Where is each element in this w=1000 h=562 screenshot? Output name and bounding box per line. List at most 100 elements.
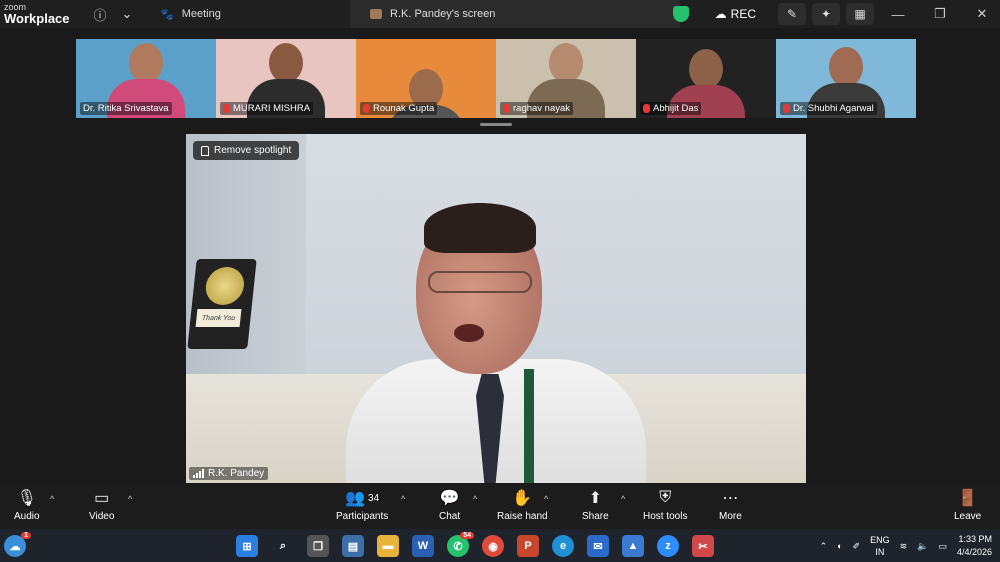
host-tools-button[interactable]: ⛨ Host tools [643, 488, 687, 522]
audio-button[interactable]: 🎙 Audio [14, 488, 40, 522]
tab-meeting-label: Meeting [181, 8, 221, 20]
top-right-tools: ☁ REC ✎ ✦ ▦ — ❐ ✕ [672, 0, 1000, 28]
leave-button[interactable]: 🚪 Leave [954, 488, 981, 522]
pen-tray-icon[interactable]: ✐ [853, 541, 861, 552]
apps-icon[interactable]: ▦ [846, 3, 874, 25]
chrome-icon[interactable]: ◉ [482, 535, 504, 557]
participant-name: MURARI MISHRA [233, 103, 311, 114]
snipping-tool-icon[interactable]: ✂ [692, 535, 714, 557]
annotate-icon[interactable]: ✎ [778, 3, 806, 25]
audio-label: Audio [14, 511, 40, 522]
reactions-options-caret[interactable]: ^ [544, 494, 548, 504]
participant-tile[interactable]: raghav nayak [496, 39, 636, 118]
language-indicator[interactable]: ENG IN [870, 534, 890, 558]
weather-widget-icon[interactable]: ☁ 1 [4, 532, 31, 557]
security-shield-icon[interactable] [672, 6, 689, 22]
restore-icon[interactable]: ❐ [922, 6, 958, 22]
more-button[interactable]: ⋯ More [719, 488, 742, 522]
video-button[interactable]: ▭ Video [89, 488, 114, 522]
participants-button[interactable]: 👥 34 Participants [336, 488, 388, 522]
trophy-plaque: Thank You [187, 259, 257, 349]
pin-icon [201, 145, 209, 156]
participant-strip: Dr. Ritika Srivastava MURARI MISHRA Roun… [76, 39, 916, 118]
mic-muted-icon [783, 104, 790, 113]
participant-tile[interactable]: Dr. Ritika Srivastava [76, 39, 216, 118]
participants-options-caret[interactable]: ^ [401, 494, 405, 504]
host-tools-label: Host tools [643, 511, 688, 522]
share-button[interactable]: ⬆ Share [582, 488, 609, 522]
screen-share-icon [370, 9, 382, 19]
clock[interactable]: 1:33 PM 4/4/2026 [957, 533, 992, 559]
rec-label: REC [730, 7, 756, 21]
mic-muted-icon [503, 104, 510, 113]
file-explorer-icon[interactable]: ▬ [377, 535, 399, 557]
clock-time: 1:33 PM [958, 534, 992, 544]
share-screen-icon: ⬆ [588, 490, 603, 507]
leave-label: Leave [954, 511, 982, 522]
zoom-app-icon[interactable]: z [657, 535, 679, 557]
participants-icon: 👥 34 [345, 490, 380, 507]
volume-icon[interactable]: 🔈 [917, 541, 928, 552]
search-icon[interactable]: ⌕ [272, 535, 294, 557]
chat-label: Chat [439, 511, 461, 522]
minimize-icon[interactable]: — [880, 7, 916, 22]
participant-tile[interactable]: Abhijit Das [636, 39, 776, 118]
participant-name: raghav nayak [513, 103, 571, 114]
speaker-figure [346, 203, 646, 483]
plaque-text: Thank You [195, 309, 242, 327]
chat-button[interactable]: 💬 Chat [439, 488, 460, 522]
tab-screen-share[interactable]: R.K. Pandey's screen [350, 0, 680, 28]
mail-icon[interactable]: ✉ [587, 535, 609, 557]
brand-bottom: Workplace [4, 11, 70, 26]
chat-options-caret[interactable]: ^ [473, 494, 477, 504]
spotlight-video[interactable]: Thank You Remove spotlight R.K. Pandey [186, 134, 806, 483]
word-icon[interactable]: W [412, 535, 434, 557]
whatsapp-icon[interactable]: ✆ 54 [447, 532, 474, 557]
tab-meeting[interactable]: 🐾 Meeting [160, 0, 221, 28]
zoom-logo: zoom Workplace [0, 3, 90, 26]
mic-muted-icon [363, 104, 370, 113]
photos-icon[interactable]: ▲ [622, 535, 644, 557]
video-options-caret[interactable]: ^ [128, 494, 132, 504]
audio-options-caret[interactable]: ^ [50, 494, 54, 504]
participants-count: 34 [368, 492, 380, 504]
strip-resize-handle[interactable] [480, 123, 512, 126]
powerpoint-icon[interactable]: P [517, 535, 539, 557]
exit-door-icon: 🚪 [957, 490, 978, 507]
title-bar: zoom Workplace ⓘ ⌄ 🐾 Meeting R.K. Pandey… [0, 0, 1000, 28]
raise-hand-label: Raise hand [497, 511, 548, 522]
video-camera-icon: ▭ [94, 490, 110, 507]
participant-tile[interactable]: MURARI MISHRA [216, 39, 356, 118]
participant-tile[interactable]: Dr. Shubhi Agarwal [776, 39, 916, 118]
participant-name: Dr. Shubhi Agarwal [793, 103, 874, 114]
participant-tile[interactable]: Rounak Gupta [356, 39, 496, 118]
remove-spotlight-button[interactable]: Remove spotlight [193, 141, 300, 160]
widgets-icon[interactable]: ▤ [342, 535, 364, 557]
info-icon[interactable]: ⓘ [90, 4, 110, 24]
speaker-name-label: R.K. Pandey [189, 467, 269, 480]
meeting-tray-icon[interactable]: ◐ [837, 541, 842, 551]
battery-icon[interactable]: ▭ [938, 541, 947, 552]
video-label: Video [89, 511, 115, 522]
start-menu-icon[interactable]: ⊞ [236, 535, 258, 557]
recording-indicator[interactable]: ☁ REC [715, 7, 756, 21]
chevron-up-icon[interactable]: ⌃ [820, 541, 828, 552]
ellipsis-icon: ⋯ [722, 490, 739, 507]
mic-muted-icon [643, 104, 650, 113]
task-view-icon[interactable]: ❐ [307, 535, 329, 557]
raise-hand-button[interactable]: ✋ Raise hand [497, 488, 548, 522]
wifi-icon[interactable]: ≋ [900, 541, 908, 552]
microphone-icon: 🎙 [16, 490, 37, 507]
share-options-caret[interactable]: ^ [621, 494, 625, 504]
paw-icon: 🐾 [160, 8, 174, 21]
ai-companion-icon[interactable]: ✦ [812, 3, 840, 25]
chevron-down-icon[interactable]: ⌄ [117, 4, 137, 24]
system-tray: ⌃ ◐ ✐ ENG IN ≋ 🔈 ▭ 1:33 PM 4/4/2026 [820, 533, 992, 559]
close-icon[interactable]: ✕ [964, 6, 1000, 22]
language-bottom: IN [875, 547, 885, 557]
signal-strength-icon [193, 469, 204, 478]
chat-icon: 💬 [439, 490, 460, 507]
weather-badge: 1 [21, 532, 31, 539]
windows-taskbar: ☁ 1 ⊞ ⌕ ❐ ▤ ▬ W ✆ 54 ◉ P e ✉ ▲ z ✂ ⌃ ◐ ✐ E… [0, 529, 1000, 562]
edge-icon[interactable]: e [552, 535, 574, 557]
